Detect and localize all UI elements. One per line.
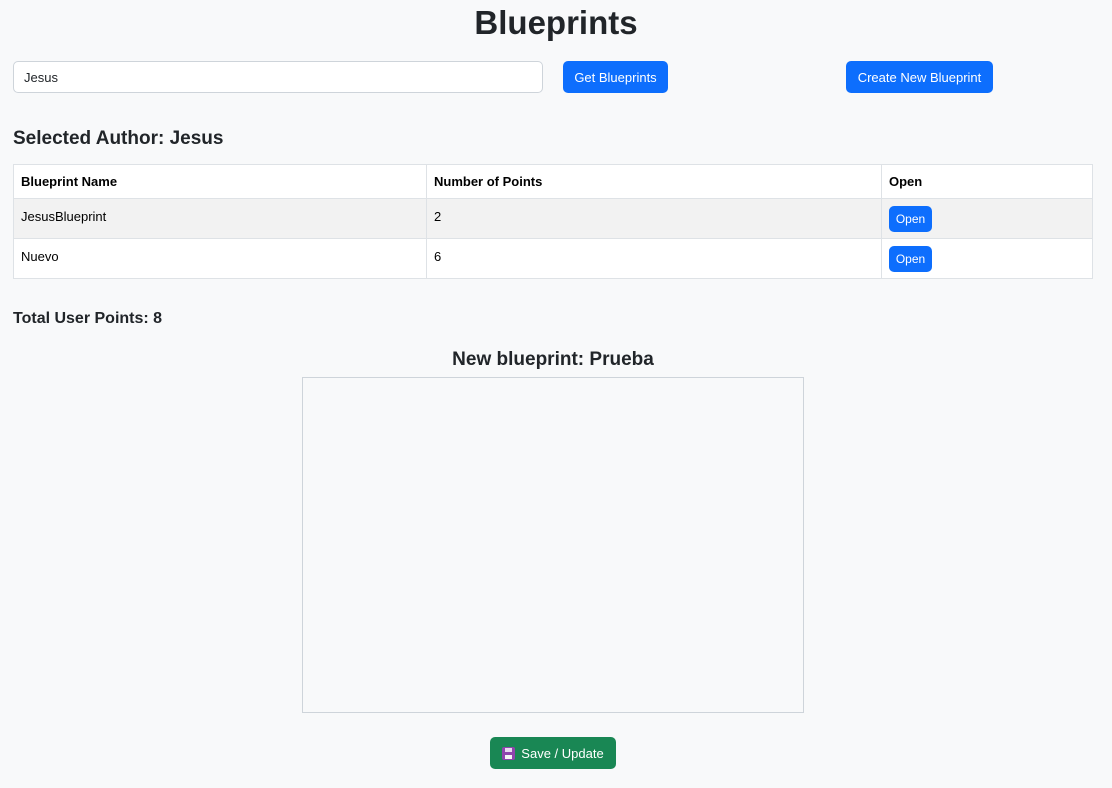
selected-author-heading: Selected Author: Jesus [13,128,224,149]
page-title: Blueprints [474,4,638,41]
table-header-row: Blueprint Name Number of Points Open [13,164,1093,199]
column-header-blueprint-name: Blueprint Name [13,164,427,199]
column-header-open: Open [881,164,1093,199]
blueprint-name-cell: JesusBlueprint [13,198,427,239]
author-input[interactable] [13,61,543,93]
get-blueprints-button[interactable]: Get Blueprints [563,61,668,93]
blueprint-points-cell: 2 [426,198,882,239]
blueprint-points-cell: 6 [426,238,882,279]
blueprint-canvas[interactable] [302,377,804,713]
floppy-disk-icon [502,746,516,760]
blueprints-table: Blueprint Name Number of Points Open Jes… [13,164,1093,279]
save-update-label: Save / Update [521,745,604,761]
page: Blueprints Get Blueprints Create New Blu… [0,0,1112,788]
column-header-number-of-points: Number of Points [426,164,882,199]
blueprint-editor-title: New blueprint: Prueba [452,349,654,370]
table-row: JesusBlueprint 2 Open [13,198,1093,239]
create-new-blueprint-button[interactable]: Create New Blueprint [846,61,993,93]
save-update-button[interactable]: Save / Update [490,737,616,769]
open-blueprint-button[interactable]: Open [889,246,932,272]
open-cell: Open [881,238,1093,279]
open-blueprint-button[interactable]: Open [889,206,932,232]
open-cell: Open [881,198,1093,239]
blueprint-name-cell: Nuevo [13,238,427,279]
table-row: Nuevo 6 Open [13,238,1093,279]
total-user-points: Total User Points: 8 [13,310,163,327]
